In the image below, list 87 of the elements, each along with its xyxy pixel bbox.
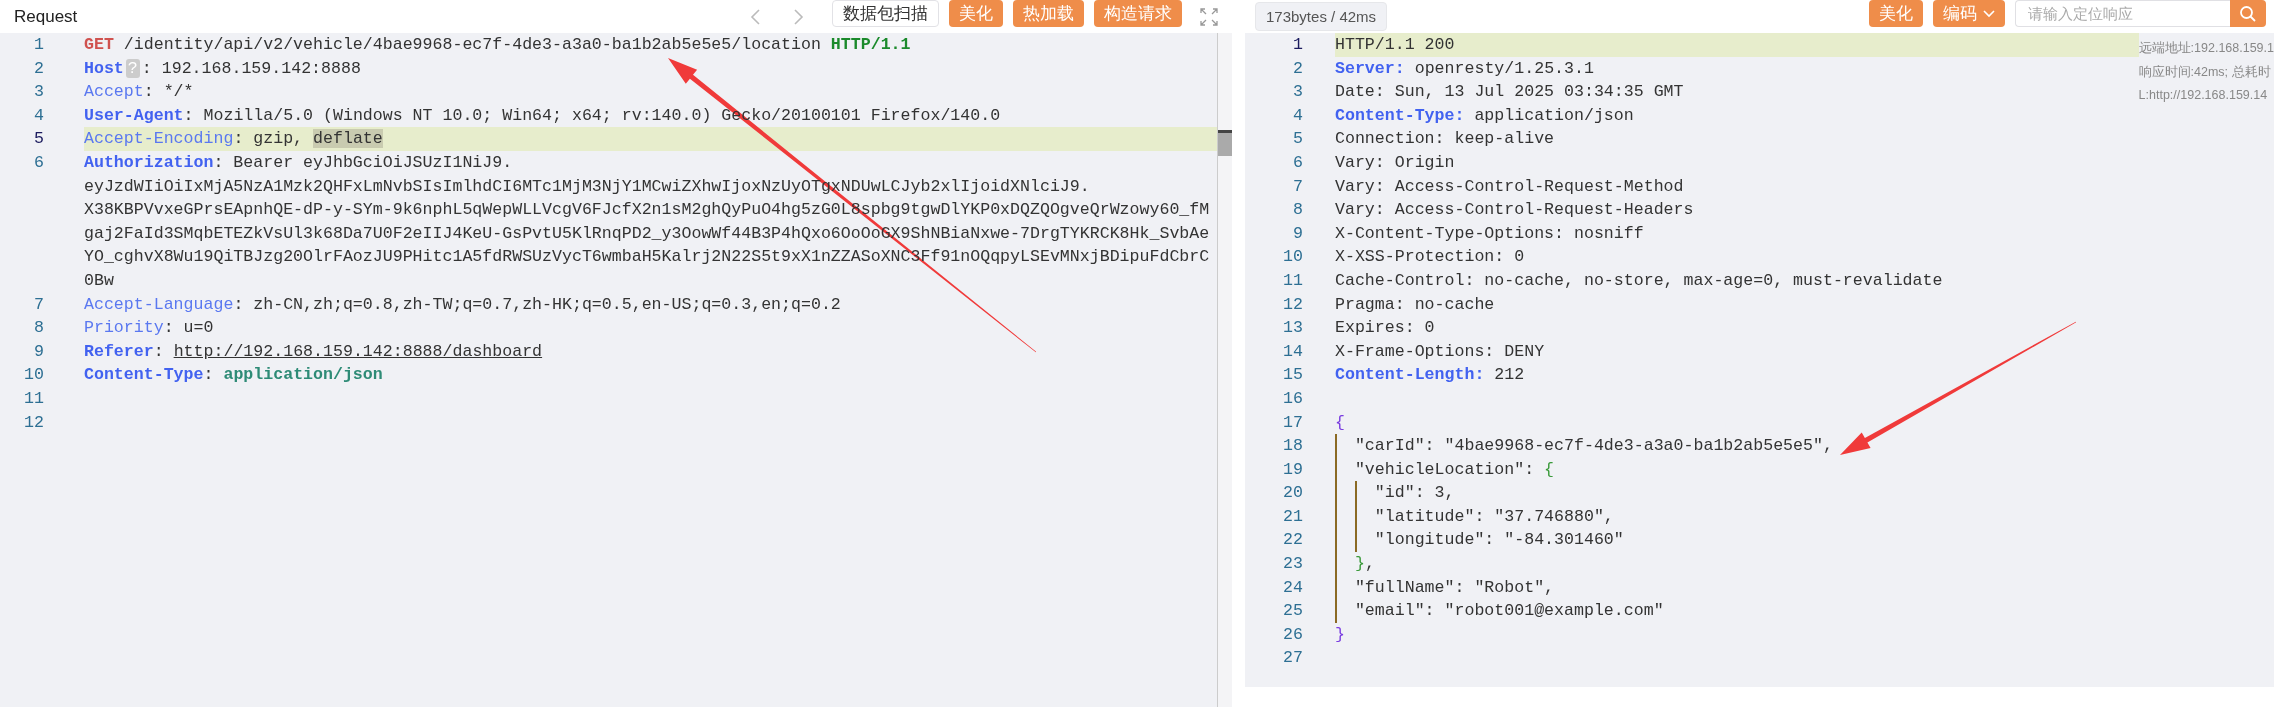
line-number: 15 <box>1282 364 1303 387</box>
code-line: { <box>1335 411 1346 434</box>
code-line: Accept-Language: zh-CN,zh;q=0.8,zh-TW;q=0.7,zh-HK;q=0.5,en-US;q=0.3,en;q=0.2 <box>84 293 842 316</box>
code-line: Host ? : 192.168.159.142:8888 <box>84 57 362 80</box>
line-number: 26 <box>1282 623 1303 646</box>
line-number: 5 <box>33 128 44 151</box>
code-line: X-Frame-Options: DENY <box>1335 340 1546 363</box>
dropdown-button[interactable]: 编码 <box>1933 0 2005 27</box>
code-line: Vary: Access-Control-Request-Method <box>1335 175 1685 198</box>
line-number: 6 <box>1292 151 1303 174</box>
code-line: GET /identity/api/v2/vehicle/4bae9968-ec7f-4de3-a3a0-ba1b2ab5e5e5/location HTTP/1.1 <box>84 34 912 56</box>
line-number: 5 <box>1292 128 1303 151</box>
code-line: "id": 3, <box>1335 481 2139 505</box>
code-line: "carId": "4bae9968-ec7f-4de3-a3a0-ba1b2ab5e5e5", <box>1335 434 2139 458</box>
line-number: 4 <box>33 104 44 127</box>
code-line: Referer: http://192.168.159.142:8888/dashboard <box>84 340 544 363</box>
side-note: 远端地址:192.168.159.1 <box>2138 40 2274 57</box>
code-line: Priority: u=0 <box>84 317 215 340</box>
line-number: 19 <box>1282 458 1303 481</box>
line-number: 9 <box>33 340 44 363</box>
line-number: 23 <box>1282 553 1303 576</box>
line-number: 10 <box>1282 246 1303 269</box>
toolbar-button[interactable]: 数据包扫描 <box>832 0 939 27</box>
line-number: 16 <box>1282 387 1303 410</box>
fullscreen-icon[interactable] <box>1200 7 1218 26</box>
line-number: 12 <box>1282 293 1303 316</box>
toolbar-button[interactable]: 美化 <box>949 0 1003 27</box>
line-number: 10 <box>23 364 44 387</box>
code-line: Content-Length: 212 <box>1335 364 1526 387</box>
line-number: 22 <box>1282 529 1303 552</box>
code-line: }, <box>1335 552 2139 576</box>
line-number: 17 <box>1282 411 1303 434</box>
code-line: Content-Type: application/json <box>84 364 384 387</box>
line-number: 8 <box>1292 199 1303 222</box>
code-line: X-Content-Type-Options: nosniff <box>1335 222 1645 245</box>
line-number: 8 <box>33 317 44 340</box>
code-line: "email": "robot001@example.com" <box>1335 599 2139 623</box>
scrollbar[interactable] <box>1217 33 1232 707</box>
panel-title: Request <box>14 6 78 27</box>
code-line: "longitude": "-84.301460" <box>1335 528 2139 553</box>
line-number: 25 <box>1282 600 1303 623</box>
code-line: Vary: Origin <box>1335 151 1456 174</box>
code-line: "fullName": "Robot", <box>1335 575 2139 600</box>
code-line: } <box>1335 623 1346 646</box>
side-note: 响应时间:42ms; 总耗时 <box>2138 63 2272 81</box>
line-number: 2 <box>33 57 44 80</box>
line-number: 18 <box>1282 435 1303 458</box>
line-number: 20 <box>1282 482 1303 505</box>
line-number: 27 <box>1282 647 1303 670</box>
line-number: 3 <box>33 81 44 104</box>
line-number: 6 <box>33 151 44 174</box>
code-line: Vary: Access-Control-Request-Headers <box>1335 199 1695 222</box>
toolbar-button[interactable]: 美化 <box>1869 0 1923 27</box>
response-stats: 173bytes / 42ms <box>1255 2 1388 31</box>
line-number: 7 <box>1292 175 1303 198</box>
toolbar-button[interactable]: 构造请求 <box>1094 0 1182 27</box>
line-number: 21 <box>1282 505 1303 528</box>
code-line: Date: Sun, 13 Jul 2025 03:34:35 GMT <box>1335 81 1685 104</box>
caret-icon <box>1983 9 1995 18</box>
line-number: 9 <box>1292 222 1303 245</box>
line-number: 1 <box>1292 34 1303 56</box>
search-field[interactable]: 请输入定位响应 <box>2015 0 2230 27</box>
code-line: Accept: */* <box>84 81 195 104</box>
line-number: 4 <box>1292 104 1303 127</box>
line-number: 11 <box>23 387 44 410</box>
code-line: Content-Type: application/json <box>1335 104 1635 127</box>
line-number: 3 <box>1292 81 1303 104</box>
line-number: 12 <box>23 411 44 434</box>
line-number: 2 <box>1292 57 1303 80</box>
line-number: 24 <box>1282 576 1303 599</box>
code-line: X-XSS-Protection: 0 <box>1335 246 1526 269</box>
code-line: Cache-Control: no-cache, no-store, max-age=0, must-revalidate <box>1335 269 1944 292</box>
code-line: Connection: keep-alive <box>1335 128 1556 151</box>
line-number: 13 <box>1282 317 1303 340</box>
line-number: 7 <box>33 293 44 316</box>
code-line: Pragma: no-cache <box>1335 293 1496 316</box>
code-line: Server: openresty/1.25.3.1 <box>1335 57 1595 80</box>
search-button[interactable] <box>2230 0 2266 27</box>
toolbar-button[interactable]: 热加载 <box>1013 0 1084 27</box>
line-number: 11 <box>1282 269 1303 292</box>
side-note: L:http://192.168.159.14 <box>2138 87 2269 105</box>
code-line: Expires: 0 <box>1335 317 1436 340</box>
line-number: 14 <box>1282 340 1303 363</box>
search-icon <box>2239 4 2257 23</box>
line-number: 1 <box>33 34 44 56</box>
code-line: "vehicleLocation": { <box>1335 457 2139 482</box>
code-line: "latitude": "37.746880", <box>1335 504 2139 529</box>
